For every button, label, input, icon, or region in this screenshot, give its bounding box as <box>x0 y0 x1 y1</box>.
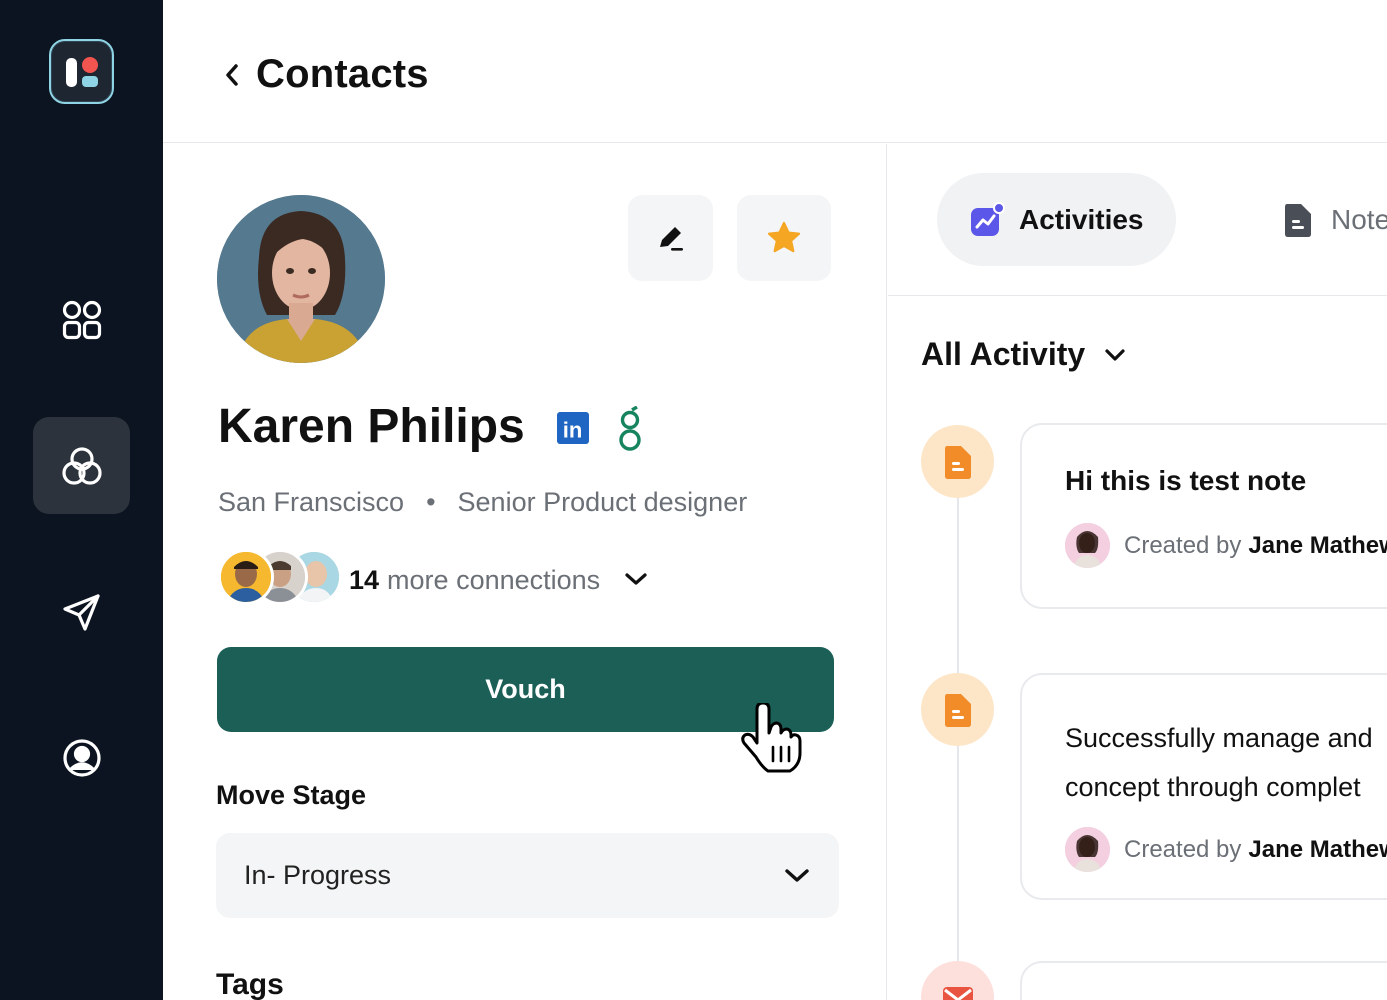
linkedin-icon: in <box>557 412 589 444</box>
activity-card-text: concept through complet <box>1065 772 1361 802</box>
creator-name: Jane Mathews <box>1248 531 1387 559</box>
connection-avatars[interactable] <box>218 549 342 605</box>
page-header: Contacts <box>163 0 1387 143</box>
timeline-dot-note <box>921 673 994 746</box>
tab-notes[interactable]: Notes <box>1283 202 1387 238</box>
edit-button[interactable] <box>628 195 713 281</box>
activity-card[interactable] <box>1020 961 1387 1000</box>
app-logo[interactable] <box>49 39 114 104</box>
sidebar-item-apps[interactable] <box>33 271 130 368</box>
more-connections[interactable]: 14 more connections <box>349 565 600 596</box>
activity-chart-icon <box>971 201 1005 236</box>
sidebar <box>0 0 163 1000</box>
logo-dot <box>82 57 98 73</box>
page-title: Contacts <box>256 52 429 96</box>
contact-meta: San Franscisco • Senior Product designer <box>218 487 747 518</box>
user-circle-icon <box>62 738 101 777</box>
created-prefix: Created by <box>1124 531 1242 559</box>
star-icon <box>767 221 801 253</box>
hand-cursor-icon <box>740 701 802 778</box>
send-icon <box>62 593 100 631</box>
tab-notes-label: Notes <box>1331 204 1387 235</box>
linkedin-link[interactable]: in <box>556 411 590 450</box>
activity-created-by: Created byJane Mathews <box>1065 827 1387 872</box>
meta-separator: • <box>426 487 436 517</box>
note-icon <box>944 445 971 479</box>
note-icon <box>944 693 971 727</box>
svg-text:in: in <box>563 418 583 443</box>
connection-avatar <box>218 549 274 605</box>
email-icon <box>942 986 973 1000</box>
logo-square <box>82 76 98 87</box>
tab-activities[interactable]: Activities <box>937 173 1176 266</box>
connections-toggle[interactable] <box>623 569 649 594</box>
activity-card[interactable]: Hi this is test note Created by Jane Math… <box>1020 423 1387 609</box>
activity-filter[interactable]: All Activity <box>921 336 1127 373</box>
creator-avatar <box>1065 523 1110 568</box>
activity-created-by: Created byJane Mathews <box>1065 523 1387 568</box>
creator-name: Jane Mathews <box>1248 835 1387 863</box>
sidebar-item-profile[interactable] <box>33 709 130 806</box>
activity-panel: Activities Notes All Activity Hi this is… <box>888 144 1387 1000</box>
chevron-down-icon <box>785 868 809 882</box>
logo-bar <box>66 58 77 87</box>
chevron-left-icon <box>226 64 238 86</box>
timeline-dot-note <box>921 425 994 498</box>
contact-name: Karen Philips <box>218 400 525 453</box>
created-prefix: Created by <box>1124 835 1242 863</box>
chevron-down-icon <box>625 573 647 585</box>
connections-label: more connections <box>387 565 601 595</box>
tags-label: Tags <box>216 968 284 1000</box>
activity-card-text: Successfully manage and <box>1065 723 1373 753</box>
activity-card-text: Hi this is test note <box>1065 465 1307 496</box>
connections-count: 14 <box>349 565 380 595</box>
stage-value: In- Progress <box>244 860 392 890</box>
stage-select[interactable]: In- Progress <box>216 833 839 918</box>
avatar <box>217 195 385 363</box>
activity-filter-label: All Activity <box>921 336 1086 372</box>
document-icon <box>1285 204 1311 237</box>
chevron-down-icon <box>1105 348 1125 361</box>
move-stage-label: Move Stage <box>216 780 367 810</box>
green-logo-icon <box>619 405 641 451</box>
green-profile-link[interactable] <box>618 405 642 459</box>
activity-card[interactable]: Successfully manage and concept through … <box>1020 673 1387 900</box>
back-button[interactable] <box>213 56 251 94</box>
apps-grid-icon <box>62 300 101 339</box>
contacts-circles-icon <box>61 446 102 485</box>
favorite-button[interactable] <box>737 195 831 281</box>
activity-tabs: Activities Notes <box>888 144 1387 296</box>
edit-pencil-icon <box>659 227 683 251</box>
timeline-dot-email <box>921 961 994 1000</box>
sidebar-item-send[interactable] <box>33 563 130 660</box>
sidebar-item-contacts[interactable] <box>33 417 130 514</box>
contact-role: Senior Product designer <box>457 487 748 517</box>
profile-panel: Karen Philips in San Franscisco • Senior P… <box>163 144 887 1000</box>
contact-location: San Franscisco <box>218 487 405 517</box>
tab-activities-label: Activities <box>1019 203 1144 235</box>
creator-avatar <box>1065 827 1110 872</box>
